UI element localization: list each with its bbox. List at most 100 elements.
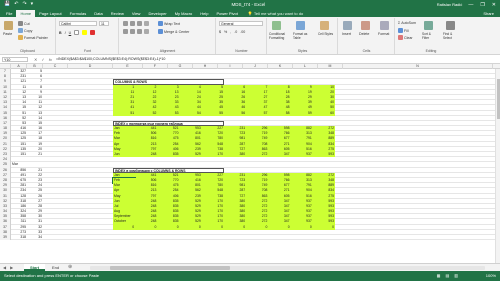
format-button[interactable]: Format xyxy=(378,32,389,36)
sort-filter-button[interactable]: Sort & Filter xyxy=(422,32,438,40)
page-break-view-icon[interactable]: ▥ xyxy=(454,273,458,278)
editing-group: Σ AutoSum Fill Clear Sort & Filter Find &… xyxy=(396,18,466,54)
align-bottom-icon[interactable] xyxy=(137,21,142,26)
share-button[interactable]: Share xyxy=(483,10,500,17)
percent-icon[interactable]: % xyxy=(224,30,227,34)
insert-function-icon[interactable]: fx xyxy=(49,57,52,62)
copy-button[interactable]: Copy xyxy=(18,28,32,33)
copy-icon xyxy=(18,28,23,33)
autosum-button[interactable]: Σ AutoSum xyxy=(398,21,416,25)
page-layout-view-icon[interactable]: ▤ xyxy=(445,273,449,278)
tab-my-macro[interactable]: My Macro xyxy=(171,10,197,17)
align-top-row xyxy=(123,21,149,26)
cell-styles-button[interactable]: Cell Styles xyxy=(318,32,334,36)
tab-formulas[interactable]: Formulas xyxy=(66,10,91,17)
sheet-tab-end[interactable]: End xyxy=(46,264,65,271)
horizontal-scroll-thumb[interactable] xyxy=(110,266,230,270)
wrap-text-icon xyxy=(158,21,163,26)
horizontal-scrollbar[interactable] xyxy=(90,266,485,270)
insert-button[interactable]: Insert xyxy=(342,32,351,36)
cancel-icon[interactable]: ✕ xyxy=(34,57,37,62)
delete-button[interactable]: Delete xyxy=(359,32,369,36)
tab-help[interactable]: Help xyxy=(196,10,212,17)
tab-review[interactable]: Review xyxy=(107,10,128,17)
conditional-formatting-button[interactable]: Conditional Formatting xyxy=(269,32,291,40)
sheet-tab-bar: ◀ ▶ Start End ⊕ xyxy=(0,263,500,271)
sheet-tab-start[interactable]: Start xyxy=(24,264,46,271)
save-icon[interactable]: 💾 xyxy=(4,2,10,7)
format-painter-button[interactable]: Format Painter xyxy=(18,35,48,40)
indent-icon[interactable] xyxy=(144,29,149,34)
paste-icon xyxy=(4,21,13,30)
wrap-text-button[interactable]: Wrap Text xyxy=(158,21,180,26)
tell-me-search[interactable]: 💡 Tell me what you want to do xyxy=(242,10,303,17)
align-middle-icon[interactable] xyxy=(130,21,135,26)
bold-icon[interactable]: B xyxy=(59,31,62,35)
number-format-select[interactable]: General xyxy=(219,21,263,26)
align-right-icon[interactable] xyxy=(137,29,142,34)
eraser-icon xyxy=(398,35,403,40)
formula-input[interactable]: =INDEX($A$3:$A$100;COLUMNS($E$3:E4);ROWS… xyxy=(56,57,490,62)
tab-home[interactable]: Home xyxy=(16,10,36,17)
tab-file[interactable]: File xyxy=(2,10,16,17)
format-as-table-icon xyxy=(296,21,305,30)
add-sheet-icon[interactable]: ⊕ xyxy=(68,264,72,270)
prev-sheet-icon[interactable]: ◀ xyxy=(3,265,6,270)
user-name[interactable]: Ratislav Radić xyxy=(437,2,469,7)
minimize-button[interactable]: — xyxy=(468,2,473,8)
currency-icon[interactable]: $ xyxy=(219,30,221,34)
maximize-button[interactable]: ❐ xyxy=(480,2,484,8)
zoom-level[interactable]: 100% xyxy=(486,273,496,278)
fill-color-icon[interactable] xyxy=(82,30,88,35)
close-button[interactable]: ✕ xyxy=(492,2,496,8)
font-group: Calibri 11 BIU Font xyxy=(57,18,119,54)
normal-view-icon[interactable]: ▦ xyxy=(437,273,441,278)
cell-styles-icon xyxy=(320,21,329,30)
sigma-icon: Σ xyxy=(398,21,401,25)
formula-bar: Y10 ✕ ✓ fx =INDEX($A$3:$A$100;COLUMNS($E… xyxy=(0,55,500,64)
align-left-icon[interactable] xyxy=(123,29,128,34)
align-center-icon[interactable] xyxy=(130,29,135,34)
tab-data[interactable]: Data xyxy=(90,10,106,17)
name-box[interactable]: Y10 xyxy=(2,57,28,62)
insert-icon xyxy=(343,21,352,30)
decrease-decimal-icon[interactable]: .00 xyxy=(240,30,245,34)
grid-rows: 7 327 5 8 231 6 9 121 7 COLUMNS & ROWS 10 11 8 1 2 3 4 5 6… xyxy=(0,69,500,241)
vertical-scrollbar[interactable] xyxy=(495,69,500,263)
font-color-icon[interactable] xyxy=(90,30,96,35)
fill-down-icon xyxy=(398,28,403,33)
table-row: 39 318 34 xyxy=(0,235,500,241)
format-as-table-button[interactable]: Format as Table xyxy=(293,32,311,40)
title-bar: 💾 ↶ ↷ ▾ MDS_t74 - Excel Ratislav Radić —… xyxy=(0,0,500,9)
italic-icon[interactable]: I xyxy=(65,31,66,35)
clear-button[interactable]: Clear xyxy=(398,35,413,40)
fill-button[interactable]: Fill xyxy=(398,28,409,33)
comma-icon[interactable]: , xyxy=(230,30,231,34)
border-icon[interactable] xyxy=(74,30,80,35)
orientation-icon[interactable] xyxy=(144,21,149,26)
customize-qat-icon[interactable]: ▾ xyxy=(31,2,34,7)
next-sheet-icon[interactable]: ▶ xyxy=(10,265,13,270)
enter-icon[interactable]: ✓ xyxy=(41,57,44,62)
merge-center-button[interactable]: Merge & Center xyxy=(158,29,189,34)
align-top-icon[interactable] xyxy=(123,21,128,26)
worksheet-grid[interactable]: ABCDEFGHIJKLMN 7 327 5 8 231 6 9 121 7 COLUMNS & … xyxy=(0,64,500,263)
font-size-select[interactable]: 11 xyxy=(99,21,109,26)
tab-page-layout[interactable]: Page Layout xyxy=(35,10,65,17)
find-select-button[interactable]: Find & Select xyxy=(443,32,461,40)
font-label: Font xyxy=(83,49,91,53)
paste-button[interactable]: Paste xyxy=(3,32,12,36)
increase-decimal-icon[interactable]: .0 xyxy=(234,30,237,34)
row-header[interactable]: 39 xyxy=(0,235,11,241)
cut-button[interactable]: Cut xyxy=(18,21,30,26)
underline-icon[interactable]: U xyxy=(69,31,72,35)
merge-icon xyxy=(158,29,163,34)
font-name-select[interactable]: Calibri xyxy=(59,21,97,26)
tab-view[interactable]: View xyxy=(128,10,145,17)
undo-icon[interactable]: ↶ xyxy=(14,2,18,7)
cell-b[interactable]: 34 xyxy=(27,235,43,240)
redo-icon[interactable]: ↷ xyxy=(22,2,26,7)
tab-developer[interactable]: Developer xyxy=(144,10,170,17)
cell-a[interactable]: 318 xyxy=(11,235,27,240)
tab-power-pivot[interactable]: Power Pivot xyxy=(212,10,241,17)
